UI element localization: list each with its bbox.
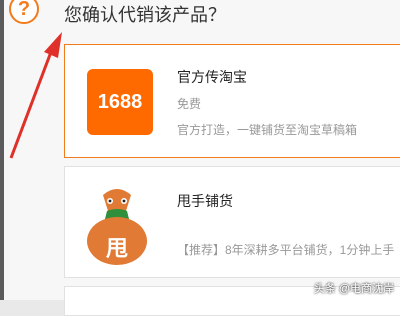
option-price: 免费 — [177, 97, 202, 111]
money-bag-logo: 甩 — [81, 181, 153, 267]
option-description: 【推荐】8年深耕多平台铺货，1分钟上手 — [177, 243, 395, 257]
watermark: 头条 @电商沈岸 — [313, 283, 394, 295]
option-card-official-taobao[interactable]: 1688 官方传淘宝 免费 官方打造，一键铺货至淘宝草稿箱 — [64, 44, 400, 158]
option-card-shuaishou[interactable]: 甩 甩手铺货 【推荐】8年深耕多平台铺货，1分钟上手 — [64, 166, 400, 278]
option-description: 官方打造，一键铺货至淘宝草稿箱 — [177, 123, 358, 137]
option-name: 甩手铺货 — [177, 193, 233, 209]
bag-character: 甩 — [105, 236, 128, 261]
1688-logo: 1688 — [87, 69, 153, 135]
option-name: 官方传淘宝 — [177, 69, 247, 85]
annotation-arrow — [9, 32, 62, 159]
dialog-title: 您确认代销该产品？ — [64, 5, 226, 25]
